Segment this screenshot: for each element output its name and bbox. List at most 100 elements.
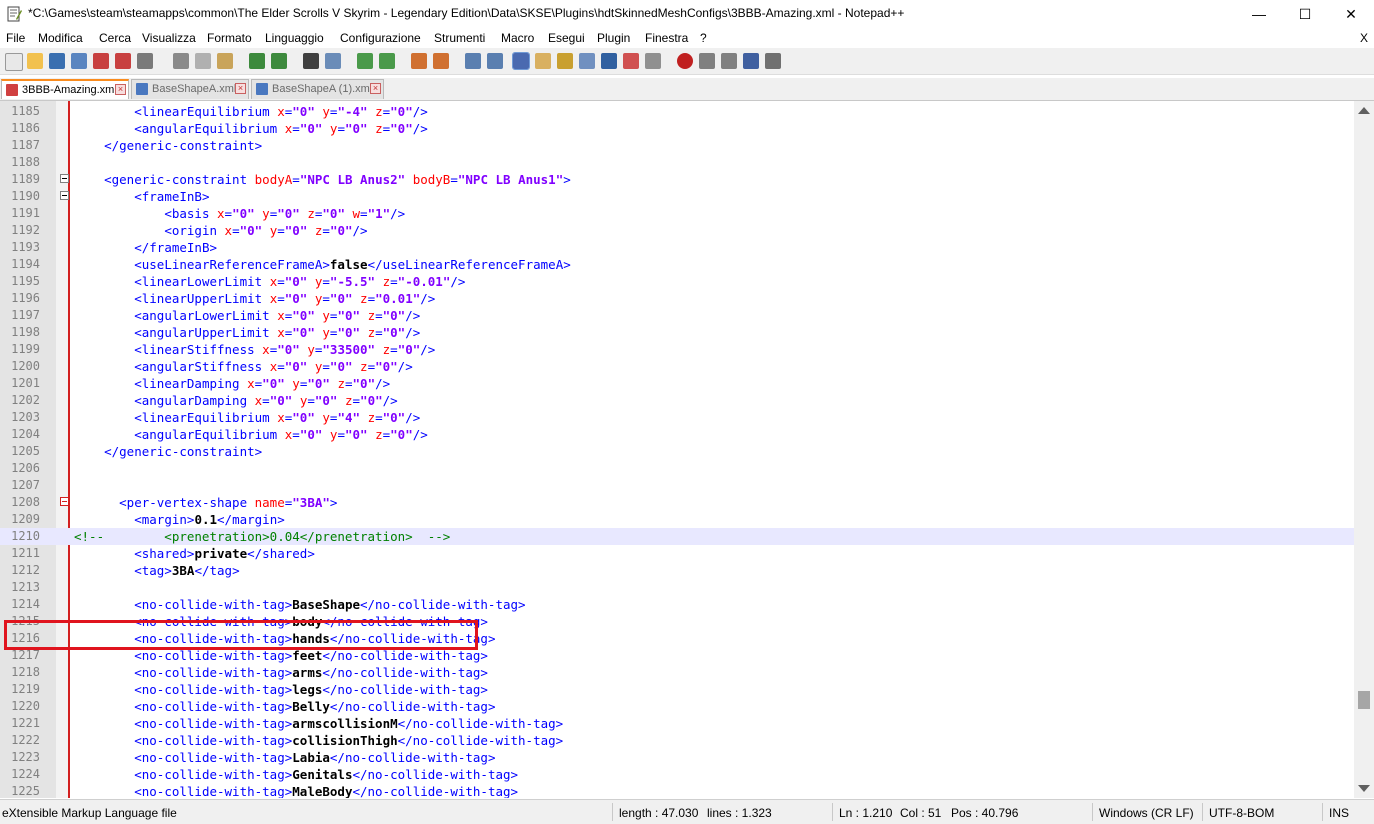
menu-cerca[interactable]: Cerca — [99, 31, 131, 45]
folder-as-workspace-icon[interactable] — [623, 53, 639, 69]
play-macro-icon[interactable] — [721, 53, 737, 69]
save-icon[interactable] — [49, 53, 65, 69]
menu-file[interactable]: File — [6, 31, 25, 45]
code-line[interactable]: 1213 — [0, 579, 1354, 596]
tab-baseshapea-1[interactable]: BaseShapeA (1).xml × — [251, 79, 384, 99]
code-line[interactable]: 1207 — [0, 477, 1354, 494]
record-macro-icon[interactable] — [677, 53, 693, 69]
code-line[interactable]: 1191 <basis x="0" y="0" z="0" w="1"/> — [0, 205, 1354, 222]
close-file-icon[interactable] — [93, 53, 109, 69]
menu-macro[interactable]: Macro — [501, 31, 534, 45]
function-list-icon[interactable] — [601, 53, 617, 69]
code-line[interactable]: 1190 <frameInB> — [0, 188, 1354, 205]
code-line[interactable]: 1199 <linearStiffness x="0" y="33500" z=… — [0, 341, 1354, 358]
code-line[interactable]: 1185 <linearEquilibrium x="0" y="-4" z="… — [0, 103, 1354, 120]
scrollbar-thumb[interactable] — [1358, 691, 1370, 709]
line-number: 1189 — [11, 172, 40, 186]
code-line[interactable]: 1214 <no-collide-with-tag>BaseShape</no-… — [0, 596, 1354, 613]
menu-strumenti[interactable]: Strumenti — [434, 31, 485, 45]
code-line[interactable]: 1224 <no-collide-with-tag>Genitals</no-c… — [0, 766, 1354, 783]
menu-esegui[interactable]: Esegui — [548, 31, 585, 45]
tab-close-icon[interactable]: × — [370, 83, 381, 94]
code-line[interactable]: 1225 <no-collide-with-tag>MaleBody</no-c… — [0, 783, 1354, 798]
code-line[interactable]: 1204 <angularEquilibrium x="0" y="0" z="… — [0, 426, 1354, 443]
monitoring-icon[interactable] — [645, 53, 661, 69]
run-macro-multiple-icon[interactable] — [743, 53, 759, 69]
code-line[interactable]: 1221 <no-collide-with-tag>armscollisionM… — [0, 715, 1354, 732]
document-map-icon[interactable] — [557, 53, 573, 69]
code-line[interactable]: 1200 <angularStiffness x="0" y="0" z="0"… — [0, 358, 1354, 375]
word-wrap-icon[interactable] — [465, 53, 481, 69]
paste-icon[interactable] — [217, 53, 233, 69]
code-line[interactable]: 1188 — [0, 154, 1354, 171]
code-line[interactable]: 1194 <useLinearReferenceFrameA>false</us… — [0, 256, 1354, 273]
scroll-down-icon[interactable] — [1358, 785, 1370, 792]
code-line[interactable]: 1205 </generic-constraint> — [0, 443, 1354, 460]
code-line[interactable]: 1220 <no-collide-with-tag>Belly</no-coll… — [0, 698, 1354, 715]
minimize-icon: — — [1252, 6, 1266, 22]
menu-linguaggio[interactable]: Linguaggio — [265, 31, 324, 45]
code-line[interactable]: 1192 <origin x="0" y="0" z="0"/> — [0, 222, 1354, 239]
code-line[interactable]: 1223 <no-collide-with-tag>Labia</no-coll… — [0, 749, 1354, 766]
save-macro-icon[interactable] — [765, 53, 781, 69]
code-line[interactable]: 1186 <angularEquilibrium x="0" y="0" z="… — [0, 120, 1354, 137]
code-line[interactable]: 1211 <shared>private</shared> — [0, 545, 1354, 562]
code-line[interactable]: 1203 <linearEquilibrium x="0" y="4" z="0… — [0, 409, 1354, 426]
stop-macro-icon[interactable] — [699, 53, 715, 69]
code-line[interactable]: 1222 <no-collide-with-tag>collisionThigh… — [0, 732, 1354, 749]
code-line[interactable]: 1209 <margin>0.1</margin> — [0, 511, 1354, 528]
replace-icon[interactable] — [325, 53, 341, 69]
minimize-button[interactable]: — — [1236, 0, 1282, 28]
document-list-icon[interactable] — [579, 53, 595, 69]
menu-modifica[interactable]: Modifica — [38, 31, 83, 45]
code-line[interactable]: 1210 <!-- <prenetration>0.04</prenetratio… — [0, 528, 1354, 545]
menu-plugin[interactable]: Plugin — [597, 31, 630, 45]
code-line[interactable]: 1219 <no-collide-with-tag>legs</no-colli… — [0, 681, 1354, 698]
save-all-icon[interactable] — [71, 53, 87, 69]
menu-formato[interactable]: Formato — [207, 31, 252, 45]
code-line[interactable]: 1196 <linearUpperLimit x="0" y="0" z="0.… — [0, 290, 1354, 307]
close-document-button[interactable]: X — [1360, 31, 1368, 45]
find-icon[interactable] — [303, 53, 319, 69]
menu-help[interactable]: ? — [700, 31, 707, 45]
close-window-button[interactable]: ✕ — [1328, 0, 1374, 28]
code-line[interactable]: 1189 <generic-constraint bodyA="NPC LB A… — [0, 171, 1354, 188]
code-line[interactable]: 1212 <tag>3BA</tag> — [0, 562, 1354, 579]
scroll-up-icon[interactable] — [1358, 107, 1370, 114]
show-all-characters-icon[interactable] — [487, 53, 503, 69]
sync-horizontal-icon[interactable] — [433, 53, 449, 69]
code-line[interactable]: 1206 — [0, 460, 1354, 477]
code-line[interactable]: 1187 </generic-constraint> — [0, 137, 1354, 154]
close-all-icon[interactable] — [115, 53, 131, 69]
user-defined-language-icon[interactable] — [535, 53, 551, 69]
zoom-out-icon[interactable] — [379, 53, 395, 69]
code-line[interactable]: 1197 <angularLowerLimit x="0" y="0" z="0… — [0, 307, 1354, 324]
tab-close-icon[interactable]: × — [235, 83, 246, 94]
maximize-button[interactable]: ☐ — [1282, 0, 1328, 28]
code-editor[interactable]: 1185 <linearEquilibrium x="0" y="-4" z="… — [0, 101, 1374, 798]
menu-finestra[interactable]: Finestra — [645, 31, 688, 45]
menu-configurazione[interactable]: Configurazione — [340, 31, 421, 45]
open-file-icon[interactable] — [27, 53, 43, 69]
code-line[interactable]: 1201 <linearDamping x="0" y="0" z="0"/> — [0, 375, 1354, 392]
indent-guide-icon[interactable] — [512, 52, 530, 70]
tab-close-icon[interactable]: × — [115, 84, 126, 95]
code-line[interactable]: 1195 <linearLowerLimit x="0" y="-5.5" z=… — [0, 273, 1354, 290]
code-line[interactable]: 1208 <per-vertex-shape name="3BA"> — [0, 494, 1354, 511]
copy-icon[interactable] — [195, 53, 211, 69]
sync-vertical-icon[interactable] — [411, 53, 427, 69]
menu-visualizza[interactable]: Visualizza — [142, 31, 196, 45]
print-icon[interactable] — [137, 53, 153, 69]
undo-icon[interactable] — [249, 53, 265, 69]
new-file-icon[interactable] — [5, 53, 23, 71]
cut-icon[interactable] — [173, 53, 189, 69]
code-line[interactable]: 1202 <angularDamping x="0" y="0" z="0"/> — [0, 392, 1354, 409]
code-line[interactable]: 1218 <no-collide-with-tag>arms</no-colli… — [0, 664, 1354, 681]
code-line[interactable]: 1198 <angularUpperLimit x="0" y="0" z="0… — [0, 324, 1354, 341]
vertical-scrollbar[interactable] — [1354, 101, 1374, 798]
tab-baseshapea[interactable]: BaseShapeA.xml × — [131, 79, 249, 99]
zoom-in-icon[interactable] — [357, 53, 373, 69]
code-line[interactable]: 1193 </frameInB> — [0, 239, 1354, 256]
tab-3bbb-amazing[interactable]: 3BBB-Amazing.xml × — [1, 79, 129, 99]
redo-icon[interactable] — [271, 53, 287, 69]
